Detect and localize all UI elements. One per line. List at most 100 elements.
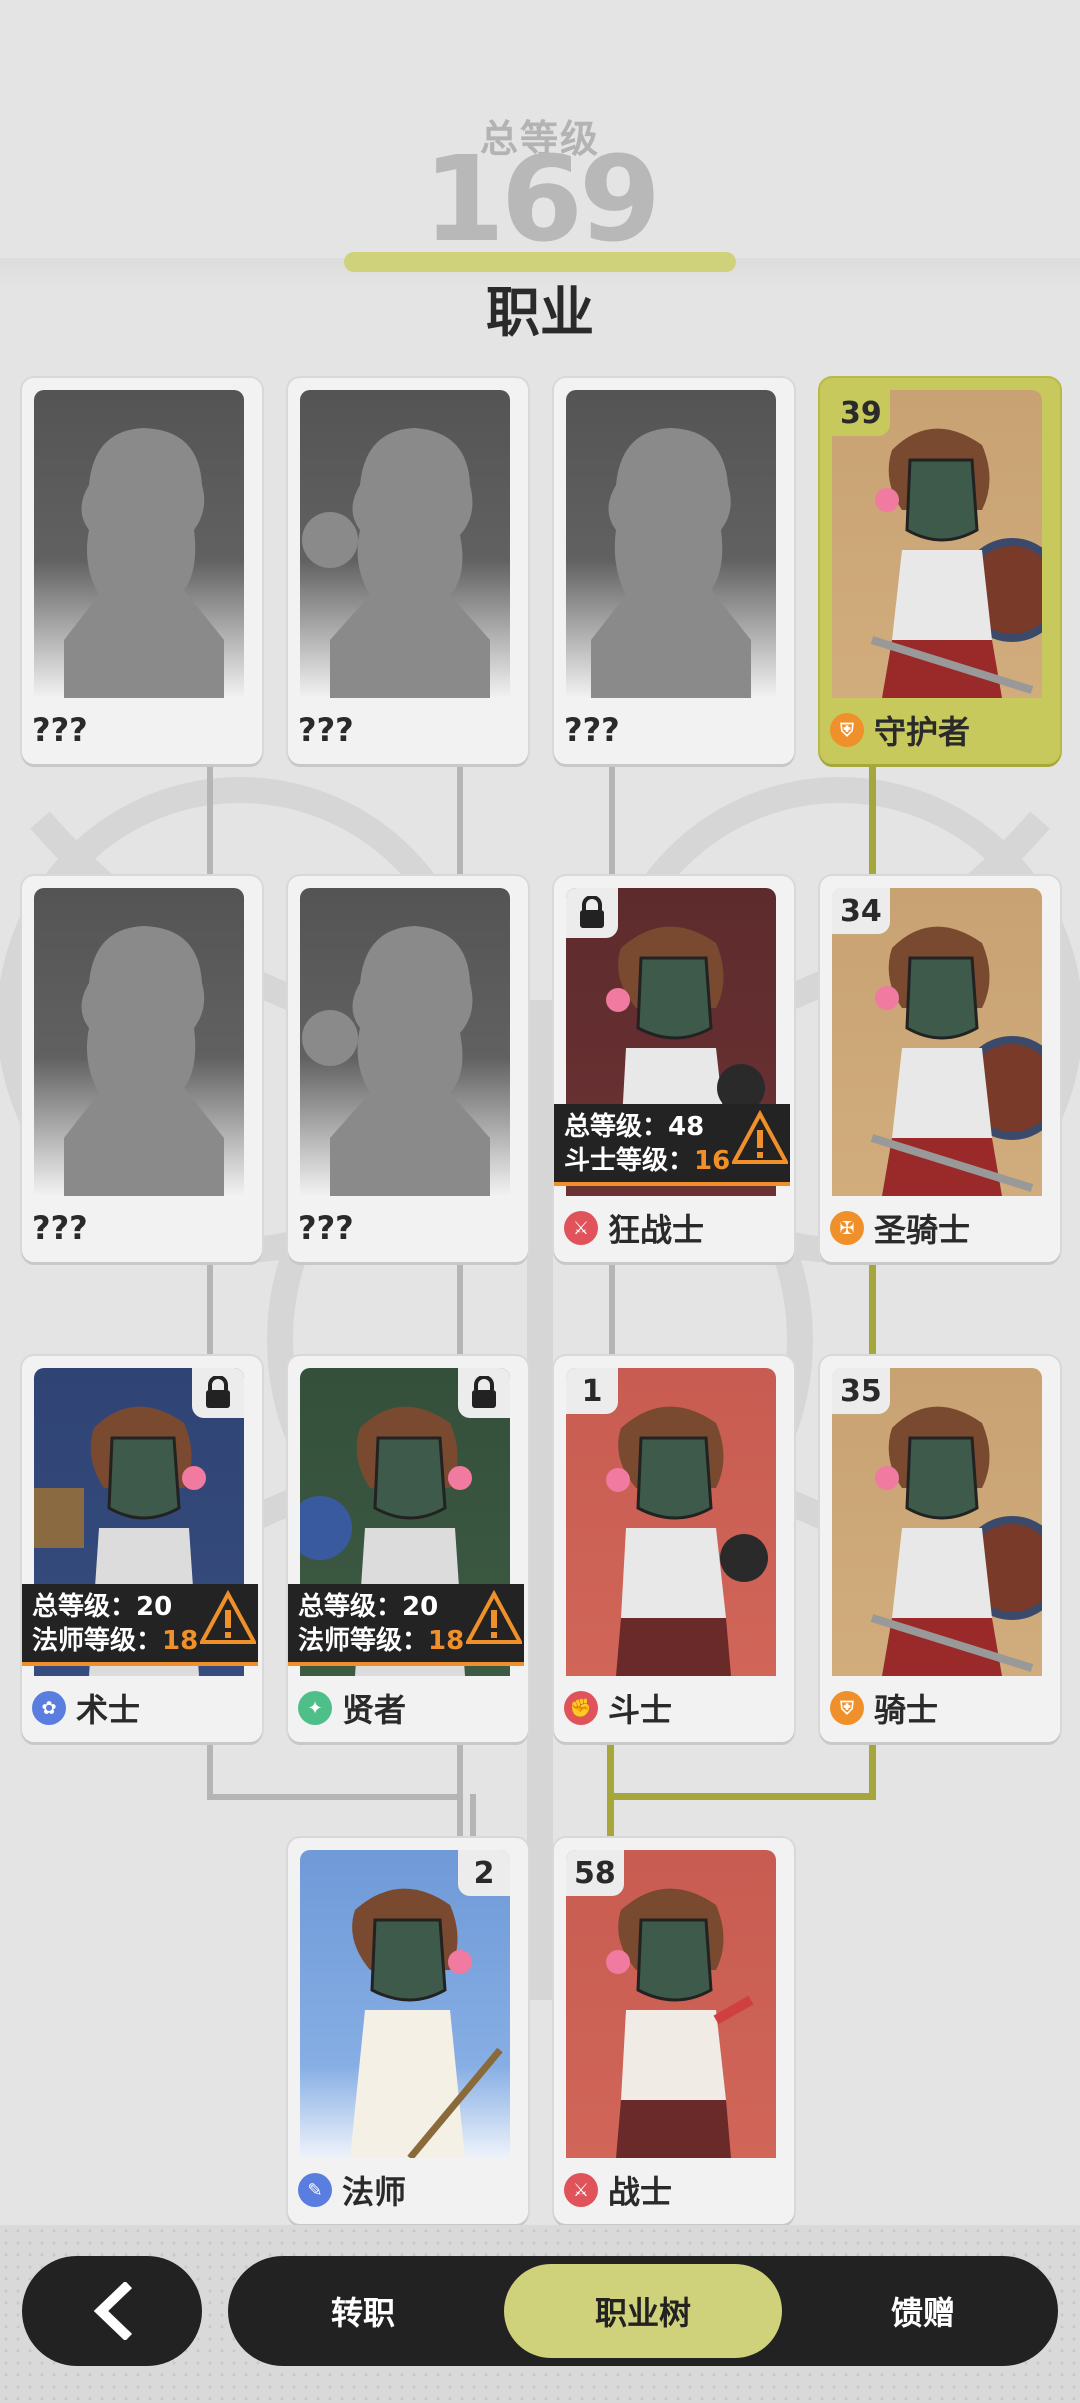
class-level-badge: 34 (832, 888, 890, 934)
class-name: ??? (298, 711, 354, 749)
class-card-knight[interactable]: 35 ⛨ 骑士 (820, 1356, 1060, 1742)
connector-active (607, 1800, 614, 1838)
class-name: 狂战士 (608, 1211, 705, 1249)
mage-class-icon: ✎ (298, 2173, 332, 2207)
class-name-row: ✎ 法师 (298, 2168, 518, 2212)
connector-active (869, 1742, 876, 1800)
class-name: ??? (32, 1209, 88, 1247)
requirement-class-label: 法师等级： (32, 1626, 163, 1656)
class-card-sage[interactable]: 总等级：20 法师等级：18 ✦ 贤者 (288, 1356, 528, 1742)
class-card-unknown[interactable]: ??? (288, 378, 528, 764)
class-level-badge: 1 (566, 1368, 618, 1414)
connector (457, 764, 463, 882)
tab-group: 转职 职业树 馈赠 (228, 2256, 1058, 2366)
class-level-badge: 2 (458, 1850, 510, 1896)
lock-icon (458, 1368, 510, 1418)
class-card-unknown[interactable]: ??? (22, 378, 262, 764)
connector (470, 1794, 476, 1838)
class-name-row: ⛨ 守护者 (830, 708, 1050, 752)
class-name-row: ✠ 圣骑士 (830, 1206, 1050, 1250)
requirement-class-label: 法师等级： (298, 1626, 429, 1656)
total-level-value: 169 (422, 130, 661, 268)
class-card-warrior[interactable]: 58 ⚔ 战士 (554, 1838, 794, 2224)
fighter-class-icon: ✊ (564, 1691, 598, 1725)
class-name-row: ✿ 术士 (32, 1686, 252, 1730)
class-level-badge: 35 (832, 1368, 890, 1414)
lock-icon (192, 1368, 244, 1418)
class-level-badge: 58 (566, 1850, 624, 1896)
warrior-class-icon: ⚔ (564, 2173, 598, 2207)
class-card-mage[interactable]: 2 ✎ 法师 (288, 1838, 528, 2224)
connector (457, 1800, 463, 1838)
berserker-class-icon: ⚔ (564, 1211, 598, 1245)
tab-gifts[interactable]: 馈赠 (808, 2256, 1038, 2366)
connector-active (607, 1793, 876, 1800)
connector (207, 1262, 213, 1356)
paladin-class-icon: ✠ (830, 1211, 864, 1245)
back-button[interactable] (22, 2256, 202, 2366)
class-name-row: ⚔ 战士 (564, 2168, 784, 2212)
warning-icon (200, 1590, 256, 1644)
class-card-guardian[interactable]: 39 ⛨ 守护者 (820, 378, 1060, 764)
class-card-unknown[interactable]: ??? (288, 876, 528, 1262)
class-name-row: ⚔ 狂战士 (564, 1206, 784, 1250)
requirement-class-label: 斗士等级： (564, 1146, 695, 1176)
knight-class-icon: ⛨ (830, 1691, 864, 1725)
class-name: 战士 (608, 2173, 673, 2211)
guardian-class-icon: ⛨ (830, 713, 864, 747)
requirement-box: 总等级：20 法师等级：18 (22, 1584, 258, 1666)
class-card-fighter[interactable]: 1 ✊ 斗士 (554, 1356, 794, 1742)
class-card-unknown[interactable]: ??? (22, 876, 262, 1262)
connector-active (607, 1742, 614, 1800)
silhouette-portrait (300, 888, 510, 1196)
requirement-box: 总等级：20 法师等级：18 (288, 1584, 524, 1666)
fighter-portrait (566, 1368, 776, 1676)
connector (609, 764, 615, 882)
requirement-class-value: 18 (428, 1626, 465, 1656)
silhouette-portrait (566, 390, 776, 698)
connector (457, 1742, 463, 1800)
class-name: 斗士 (608, 1691, 673, 1729)
tab-class-change[interactable]: 转职 (248, 2256, 478, 2366)
silhouette-portrait (34, 888, 244, 1196)
requirement-class-value: 16 (694, 1146, 731, 1176)
class-name-row: ✦ 贤者 (298, 1686, 518, 1730)
warning-icon (466, 1590, 522, 1644)
class-name: 贤者 (342, 1691, 407, 1729)
guardian-portrait (832, 390, 1042, 698)
tab-class-tree[interactable]: 职业树 (504, 2264, 782, 2358)
connector-active (869, 1262, 876, 1356)
requirement-class-value: 18 (162, 1626, 199, 1656)
lock-icon (566, 888, 618, 938)
warlock-class-icon: ✿ (32, 1691, 66, 1725)
paladin-portrait (832, 888, 1042, 1196)
class-name-row: ⛨ 骑士 (830, 1686, 1050, 1730)
requirement-box: 总等级：48 斗士等级：16 (554, 1104, 790, 1186)
class-card-paladin[interactable]: 34 ✠ 圣骑士 (820, 876, 1060, 1262)
class-name: 骑士 (874, 1691, 939, 1729)
mage-portrait (300, 1850, 510, 2158)
class-name-row: ✊ 斗士 (564, 1686, 784, 1730)
connector (207, 764, 213, 882)
warning-icon (732, 1110, 788, 1164)
silhouette-portrait (300, 390, 510, 698)
connector (207, 1794, 463, 1800)
class-name: ??? (564, 711, 620, 749)
knight-portrait (832, 1368, 1042, 1676)
class-card-unknown[interactable]: ??? (554, 378, 794, 764)
silhouette-portrait (34, 390, 244, 698)
class-card-warlock[interactable]: 总等级：20 法师等级：18 ✿ 术士 (22, 1356, 262, 1742)
class-card-berserker[interactable]: 总等级：48 斗士等级：16 ⚔ 狂战士 (554, 876, 794, 1262)
warrior-portrait (566, 1850, 776, 2158)
sage-class-icon: ✦ (298, 1691, 332, 1725)
connector (207, 1742, 213, 1800)
class-name: 圣骑士 (874, 1211, 971, 1249)
class-name: 守护者 (874, 713, 971, 751)
class-level-badge: 39 (832, 390, 890, 436)
chevron-left-icon (93, 2282, 133, 2340)
class-name: 术士 (76, 1691, 141, 1729)
class-name: 法师 (342, 2173, 407, 2211)
connector (609, 1262, 615, 1356)
page-title: 职业 (486, 281, 594, 344)
class-name: ??? (32, 711, 88, 749)
